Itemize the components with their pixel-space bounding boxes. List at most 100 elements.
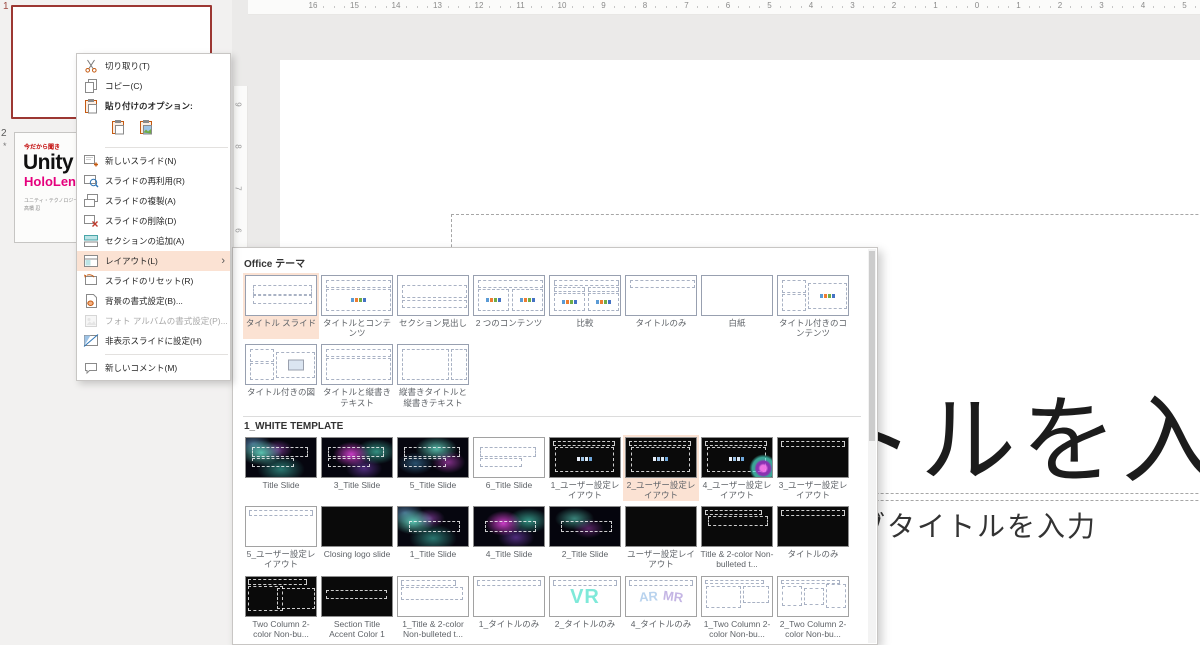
horizontal-ruler[interactable]: 16 15 14 13 12 11 10 9 8 7 6 5 4 3 2 1 0 1 2 3 4 5	[248, 0, 1200, 15]
layout-tile[interactable]: タイトルのみ	[623, 273, 699, 339]
placeholder-box	[706, 585, 741, 608]
layout-tile[interactable]: Section Title Accent Color 1	[319, 574, 395, 640]
placeholder-box	[401, 586, 463, 600]
vertical-ruler[interactable]: 9 8 7 6	[233, 86, 248, 247]
ruler-tick	[966, 6, 968, 8]
ruler-tick	[1122, 6, 1124, 8]
context-menu: 切り取り(T) コピー(C) 貼り付けのオプション: 新しいスライド(N) スライドの再…	[76, 53, 231, 381]
menu-item-layout[interactable]: レイアウト(L) ›	[77, 251, 230, 271]
submenu-arrow-icon: ›	[221, 254, 225, 267]
menu-item-format-background[interactable]: 背景の書式設定(B)...	[77, 291, 230, 311]
layout-tile[interactable]: タイトル付きのコンテンツ	[775, 273, 851, 339]
placeholder-box	[705, 579, 764, 584]
layout-tile[interactable]: タイトルのみ	[775, 504, 851, 570]
ruler-number: 13	[433, 1, 442, 10]
layout-tile[interactable]: 2_Two Column 2-color Non-bu...	[775, 574, 851, 640]
layout-tile[interactable]: AR MR 4_タイトルのみ	[623, 574, 699, 640]
layout-tile[interactable]: 2 つのコンテンツ	[471, 273, 547, 339]
menu-item-duplicate-slide[interactable]: スライドの複製(A)	[77, 191, 230, 211]
layout-thumbnail	[397, 275, 469, 316]
ruler-tick	[613, 6, 615, 8]
ruler-number: 16	[308, 1, 318, 10]
swirl-graphic	[749, 453, 772, 477]
layout-tile[interactable]: VR 2_タイトルのみ	[547, 574, 623, 640]
layout-tile[interactable]: 2_Title Slide	[547, 504, 623, 570]
layout-thumbnail: AR MR	[625, 575, 697, 617]
layout-tile[interactable]: 比較	[547, 273, 623, 339]
paste-option-1-button[interactable]	[107, 118, 129, 140]
layout-thumbnail	[473, 275, 545, 316]
menu-item-copy[interactable]: コピー(C)	[77, 76, 230, 96]
layout-tile-label: Closing logo slide	[323, 549, 391, 560]
layout-tile[interactable]: タイトルとコンテンツ	[319, 273, 395, 339]
submenu-scrollbar-thumb[interactable]	[869, 251, 875, 441]
placeholder-box	[480, 457, 522, 467]
layout-tile[interactable]: 1_タイトルのみ	[471, 574, 547, 640]
menu-item-new-comment[interactable]: 新しいコメント(M)	[77, 358, 230, 378]
layout-tile-label: 2_タイトルのみ	[554, 618, 616, 629]
layout-tile[interactable]: 5_ユーザー設定レイアウト	[243, 504, 319, 570]
ruler-tick	[551, 6, 553, 8]
layout-tile[interactable]: Title Slide	[243, 435, 319, 501]
layout-tile[interactable]: 2_ユーザー設定レイアウト	[623, 434, 699, 502]
placeholder-box	[252, 446, 308, 457]
menu-item-photo-album[interactable]: フォト アルバムの書式設定(P)...	[77, 311, 230, 331]
menu-item-add-section[interactable]: セクションの追加(A)	[77, 231, 230, 251]
layout-tile[interactable]: 白紙	[699, 273, 775, 339]
layout-tile[interactable]: 6_Title Slide	[471, 435, 547, 501]
slide-2-transition-star-icon: *	[3, 141, 7, 151]
menu-item-reuse-slides[interactable]: スライドの再利用(R)	[77, 171, 230, 191]
placeholder-box	[485, 521, 536, 533]
ruler-tick	[489, 6, 491, 8]
layout-tile[interactable]: ユーザー設定レイアウト	[623, 504, 699, 570]
ruler-tick	[1080, 6, 1082, 8]
layout-tile[interactable]: タイトル スライド	[243, 273, 319, 340]
layout-tile[interactable]: 3_Title Slide	[319, 435, 395, 501]
layout-tile-label: 5_ユーザー設定レイアウト	[246, 549, 316, 570]
layout-tile[interactable]: 1_ユーザー設定レイアウト	[547, 435, 623, 501]
ruler-tick	[582, 6, 584, 8]
layout-tile[interactable]: Closing logo slide	[319, 504, 395, 570]
submenu-scrollbar[interactable]	[868, 249, 876, 643]
layout-tile[interactable]: 3_ユーザー設定レイアウト	[775, 435, 851, 501]
ruler-number: 8	[642, 1, 648, 10]
layout-tile[interactable]: 1_Title Slide	[395, 504, 471, 570]
layout-tile[interactable]: 5_Title Slide	[395, 435, 471, 501]
layout-tile[interactable]: 4_ユーザー設定レイアウト	[699, 435, 775, 501]
placeholder-box	[553, 440, 615, 446]
layout-tile-label: タイトルと縦書きテキスト	[322, 387, 391, 408]
ruler-tick	[385, 6, 387, 8]
layout-tile[interactable]: Title & 2-color Non-bulleted t...	[699, 504, 775, 570]
menu-item-delete-slide[interactable]: スライドの削除(D)	[77, 211, 230, 231]
ruler-tick	[1070, 6, 1072, 8]
layout-tile[interactable]: セクション見出し	[395, 273, 471, 339]
content-icons-cluster	[350, 298, 367, 302]
menu-item-reset-slide[interactable]: スライドのリセット(R)	[77, 271, 230, 291]
layout-tile-label: 2_Title Slide	[561, 549, 609, 560]
paste-option-2-button[interactable]	[135, 118, 157, 140]
ruler-number: 1	[933, 1, 938, 10]
layout-tile[interactable]: タイトルと縦書きテキスト	[319, 342, 395, 408]
ruler-tick	[541, 6, 543, 8]
layout-tile[interactable]: 1_Two Column 2-color Non-bu...	[699, 574, 775, 640]
menu-item-hide-slide[interactable]: 非表示スライドに設定(H)	[77, 331, 230, 351]
layout-tile-label: タイトル スライド	[245, 318, 317, 328]
ruler-tick	[458, 6, 460, 8]
ruler-number: 12	[474, 1, 484, 10]
ruler-number: 14	[391, 1, 401, 10]
menu-item-cut[interactable]: 切り取り(T)	[77, 56, 230, 76]
menu-item-new-slide[interactable]: 新しいスライド(N)	[77, 151, 230, 171]
layout-tile[interactable]: タイトル付きの図	[243, 342, 319, 408]
layout-tile[interactable]: 1_Title & 2-color Non-bulleted t...	[395, 574, 471, 640]
layout-tile[interactable]: 縦書きタイトルと縦書きテキスト	[395, 342, 471, 408]
layout-tile-label: タイトルとコンテンツ	[322, 318, 391, 339]
ruler-tick	[1008, 6, 1010, 8]
layout-tile[interactable]: 4_Title Slide	[471, 504, 547, 570]
ruler-number: 3	[1099, 1, 1104, 10]
placeholder-box	[561, 521, 612, 533]
cut-icon	[83, 58, 99, 74]
ruler-tick	[945, 6, 947, 8]
ruler-number: 4	[1140, 1, 1146, 10]
layout-tile[interactable]: Two Column 2-color Non-bu...	[243, 574, 319, 640]
ruler-tick	[510, 6, 512, 8]
